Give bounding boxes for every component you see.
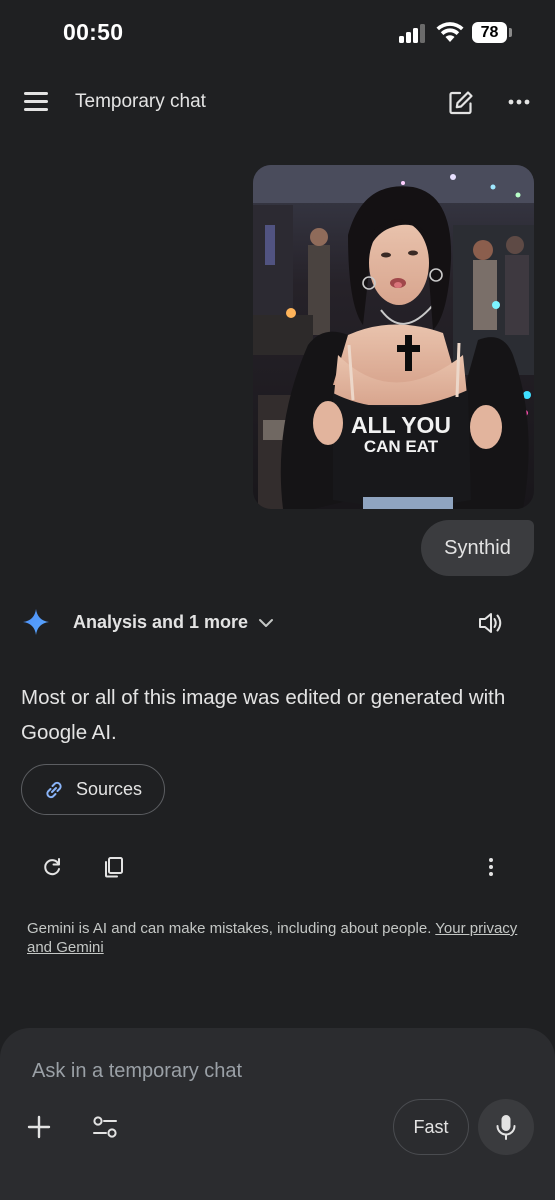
link-icon — [46, 781, 62, 798]
uploaded-image[interactable]: ALL YOU CAN EAT — [253, 165, 534, 509]
chat-input[interactable]: Ask in a temporary chat — [32, 1060, 242, 1083]
plus-icon[interactable] — [25, 1113, 53, 1141]
speaker-icon[interactable] — [476, 609, 504, 637]
disclaimer-text: Gemini is AI and can make mistakes, incl… — [27, 920, 436, 937]
app-screen: 00:50 78 Temporary chat ALL YOU CAN EAT … — [0, 0, 555, 1200]
shirt-text-2: CAN EAT — [364, 437, 439, 456]
copy-icon[interactable] — [102, 855, 126, 879]
battery-indicator: 78 — [472, 22, 507, 43]
model-response-text: Most or all of this image was edited or … — [21, 686, 506, 744]
input-panel — [0, 1028, 555, 1200]
battery-tip — [509, 28, 512, 37]
wifi-icon — [436, 22, 464, 42]
shirt-text-1: ALL YOU — [351, 412, 451, 438]
sources-button[interactable]: Sources — [21, 764, 165, 815]
model-mode-button[interactable]: Fast — [393, 1099, 469, 1155]
sources-label: Sources — [76, 779, 143, 799]
status-bar: 00:50 78 — [0, 0, 555, 66]
tools-dropdown-label[interactable]: Analysis and 1 more — [73, 612, 248, 633]
user-message-bubble: Synthid — [421, 520, 534, 576]
edit-icon[interactable] — [448, 90, 474, 116]
cellular-signal-icon — [399, 23, 427, 43]
more-horizontal-icon[interactable] — [506, 92, 532, 112]
tools-sliders-icon[interactable] — [90, 1113, 120, 1141]
more-vertical-icon[interactable] — [481, 855, 501, 879]
regenerate-icon[interactable] — [40, 855, 64, 879]
disclaimer: Gemini is AI and can make mistakes, incl… — [27, 919, 532, 957]
page-title: Temporary chat — [75, 91, 206, 112]
microphone-icon — [496, 1115, 516, 1140]
chevron-down-icon[interactable] — [257, 614, 275, 632]
microphone-button[interactable] — [478, 1099, 534, 1155]
gemini-spark-icon — [23, 609, 49, 635]
status-time: 00:50 — [63, 19, 124, 45]
menu-icon[interactable] — [22, 88, 52, 116]
